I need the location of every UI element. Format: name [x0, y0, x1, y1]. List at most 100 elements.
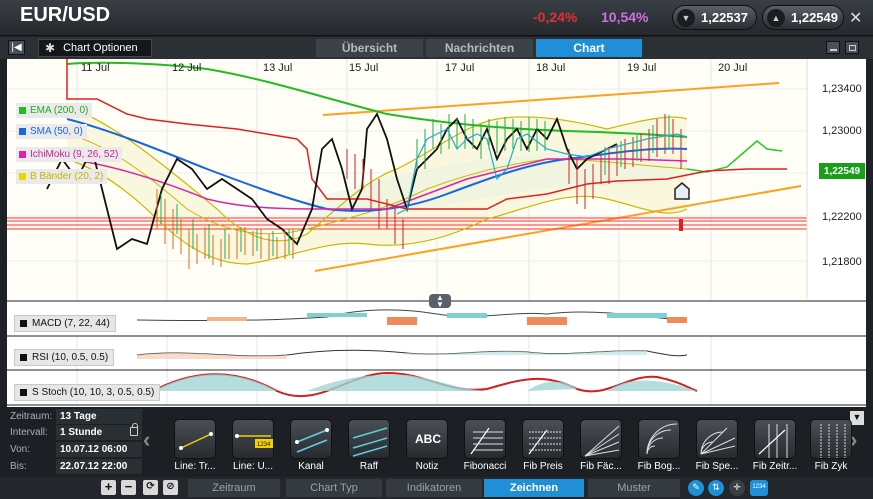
info-row-zeitraum: Zeitraum: 13 Tage: [6, 409, 142, 424]
indicator-label: RSI (10, 0.5, 0.5): [32, 352, 109, 363]
btab-muster[interactable]: Muster: [588, 479, 680, 497]
indicator-swatch: [20, 354, 27, 361]
tool-fibonacci[interactable]: Fibonacci: [460, 417, 510, 473]
legend-bollinger[interactable]: B Bänder (20, 2): [16, 169, 108, 184]
chart-options-button[interactable]: ✱ Chart Optionen: [38, 39, 152, 57]
legend-label: SMA (50, 0): [30, 126, 83, 137]
indicator-swatch: [20, 320, 27, 327]
tab-uebersicht[interactable]: Übersicht: [316, 39, 423, 57]
tool-label: Fib Fäc...: [580, 461, 622, 472]
y-label: 1,23000: [822, 125, 862, 137]
x-label: 18 Jul: [536, 62, 566, 74]
x-label: 12 Jul: [172, 62, 202, 74]
chart-area[interactable]: 11 Jul 12 Jul 13 Jul 15 Jul 17 Jul 18 Ju…: [7, 59, 866, 407]
legend-label: EMA (200, 0): [30, 105, 89, 116]
volatility-percent: 10,54%: [601, 9, 649, 25]
indicator-rsi-label[interactable]: RSI (10, 0.5, 0.5): [14, 349, 115, 366]
y-label: 1,22200: [822, 211, 862, 223]
tab-chart[interactable]: Chart: [536, 39, 642, 57]
symbol-title: EUR/USD: [20, 4, 111, 26]
info-key: Bis:: [10, 461, 27, 472]
tool-line-value[interactable]: 1234 Line: U...: [228, 417, 278, 473]
indicator-swatch: [20, 389, 27, 396]
legend-label: IchiMoku (9, 26, 52): [30, 149, 119, 160]
info-key: Zeitraum:: [10, 411, 53, 422]
channel-icon: [290, 419, 332, 459]
sell-button[interactable]: ▼ 1,22537: [672, 5, 757, 30]
tool-label: Kanal: [298, 461, 324, 472]
fib-arc-icon: [638, 419, 680, 459]
gear-icon: ✱: [45, 41, 56, 55]
note-icon: ABC: [406, 419, 448, 459]
lock-icon[interactable]: [130, 423, 138, 436]
last-price-tag: 1,22549: [819, 163, 865, 179]
btab-zeichnen[interactable]: Zeichnen: [484, 479, 584, 497]
no-entry-icon[interactable]: ⊘: [163, 480, 178, 495]
up-down-icon[interactable]: ⇅: [708, 480, 724, 496]
raff-channel-icon: [348, 419, 390, 459]
tool-fib-fan[interactable]: Fib Fäc...: [576, 417, 626, 473]
x-label: 20 Jul: [718, 62, 748, 74]
chart-toolbar: |◀ ✱ Chart Optionen Übersicht Nachrichte…: [0, 37, 873, 59]
tab-nachrichten[interactable]: Nachrichten: [426, 39, 533, 57]
buy-button[interactable]: ▲ 1,22549: [762, 5, 844, 30]
crosshair-icon[interactable]: ✛: [729, 480, 745, 496]
minimize-icon[interactable]: [826, 41, 840, 54]
legend-ichimoku[interactable]: IchiMoku (9, 26, 52): [16, 147, 123, 162]
info-key: Intervall:: [10, 427, 48, 438]
btab-chart-typ[interactable]: Chart Typ: [286, 479, 382, 497]
tool-trendline[interactable]: Line: Tr...: [170, 417, 220, 473]
tool-label: Fib Zyk: [814, 461, 848, 472]
tool-fib-price[interactable]: Fib Preis: [518, 417, 568, 473]
tool-note[interactable]: ABC Notiz: [402, 417, 452, 473]
pencil-icon[interactable]: ✎: [688, 480, 704, 496]
tool-channel[interactable]: Kanal: [286, 417, 336, 473]
info-panel: Zeitraum: 13 Tage Intervall: 1 Stunde Vo…: [6, 407, 142, 475]
bottom-bar: + − ⟳ ⊘ Zeitraum Chart Typ Indikatoren Z…: [0, 477, 873, 499]
indicator-stoch-label[interactable]: S Stoch (10, 10, 3, 0.5, 0.5): [14, 384, 161, 401]
close-icon[interactable]: ✕: [849, 8, 862, 28]
tool-value-badge: 1234: [257, 442, 271, 448]
btab-zeitraum[interactable]: Zeitraum: [188, 479, 280, 497]
legend-ema[interactable]: EMA (200, 0): [16, 103, 93, 118]
value-badge-icon[interactable]: 1234: [750, 480, 768, 496]
pane-splitter-handle[interactable]: ▲ ▼: [429, 294, 451, 309]
chart-options-label: Chart Optionen: [63, 42, 138, 54]
tool-fib-time[interactable]: Fib Zeitr...: [750, 417, 800, 473]
sell-price: 1,22537: [701, 10, 748, 25]
stoch-fill: [157, 374, 697, 391]
info-row-bis: Bis: 22.07.12 22:00: [6, 459, 142, 474]
info-value: 13 Tage: [56, 409, 142, 424]
btab-indikatoren[interactable]: Indikatoren: [386, 479, 482, 497]
indicator-label: S Stoch (10, 10, 3, 0.5, 0.5): [32, 387, 155, 398]
fib-time-icon: [754, 419, 796, 459]
maximize-icon[interactable]: [845, 41, 859, 54]
note-text: ABC: [415, 432, 441, 446]
info-key: Von:: [10, 444, 31, 455]
indicator-macd-label[interactable]: MACD (7, 22, 44): [14, 315, 116, 332]
fib-price-icon: [522, 419, 564, 459]
legend-swatch: [19, 128, 26, 135]
tool-label: Line: U...: [232, 461, 274, 472]
x-label: 19 Jul: [627, 62, 657, 74]
tool-fib-cycle[interactable]: Fib Zyk: [806, 417, 856, 473]
legend-swatch: [19, 107, 26, 114]
refresh-icon[interactable]: ⟳: [143, 480, 158, 495]
zoom-in-button[interactable]: +: [101, 480, 116, 495]
collapse-panel-button[interactable]: |◀: [8, 40, 25, 55]
tool-fib-arc[interactable]: Fib Bog...: [634, 417, 684, 473]
app-window: EUR/USD -0,24% 10,54% ▼ 1,22537 ▲ 1,2254…: [0, 0, 873, 499]
x-label: 17 Jul: [445, 62, 475, 74]
info-value: 22.07.12 22:00: [56, 459, 142, 474]
tool-label: Fib Bog...: [637, 461, 681, 472]
chart-canvas[interactable]: [7, 59, 866, 407]
tool-label: Fibonacci: [463, 461, 507, 472]
tool-raff[interactable]: Raff: [344, 417, 394, 473]
tool-fib-speed[interactable]: Fib Spe...: [692, 417, 742, 473]
line-value-icon: 1234: [232, 419, 274, 459]
header: EUR/USD -0,24% 10,54% ▼ 1,22537 ▲ 1,2254…: [0, 0, 873, 36]
scroll-left-icon[interactable]: ‹: [143, 427, 150, 453]
legend-sma[interactable]: SMA (50, 0): [16, 124, 87, 139]
zoom-out-button[interactable]: −: [121, 480, 136, 495]
legend-label: B Bänder (20, 2): [30, 171, 104, 182]
